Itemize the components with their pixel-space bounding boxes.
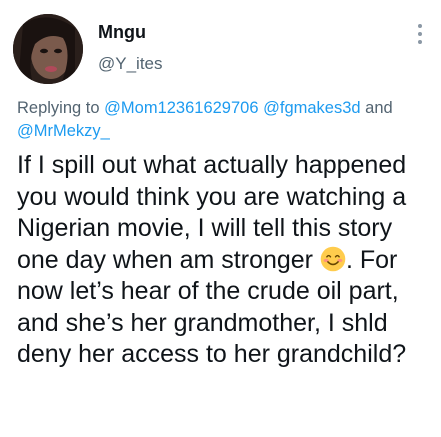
tweet-text: If I spill out what actually happened yo… [17, 150, 437, 371]
mention-link[interactable]: @fgmakes3d [263, 99, 360, 117]
more-dot [418, 24, 422, 28]
author-display-name[interactable]: Mngu [98, 22, 146, 43]
avatar[interactable] [13, 14, 83, 84]
author-handle[interactable]: @Y_ites [98, 54, 163, 74]
mention-link[interactable]: @MrMekzy_ [17, 122, 110, 140]
avatar-image [13, 14, 83, 84]
more-dot [418, 32, 422, 36]
reply-joiner: and [365, 99, 393, 117]
more-options-icon[interactable] [415, 22, 425, 46]
reply-context: Replying to @Mom12361629706 @fgmakes3d a… [17, 97, 427, 143]
tweet-card: Mngu @Y_ites Replying to @Mom12361629706… [0, 0, 441, 437]
smiling-face-emoji-icon [320, 246, 346, 271]
more-dot [418, 40, 422, 44]
mention-link[interactable]: @Mom12361629706 [104, 99, 258, 117]
reply-prefix: Replying to [17, 99, 100, 117]
